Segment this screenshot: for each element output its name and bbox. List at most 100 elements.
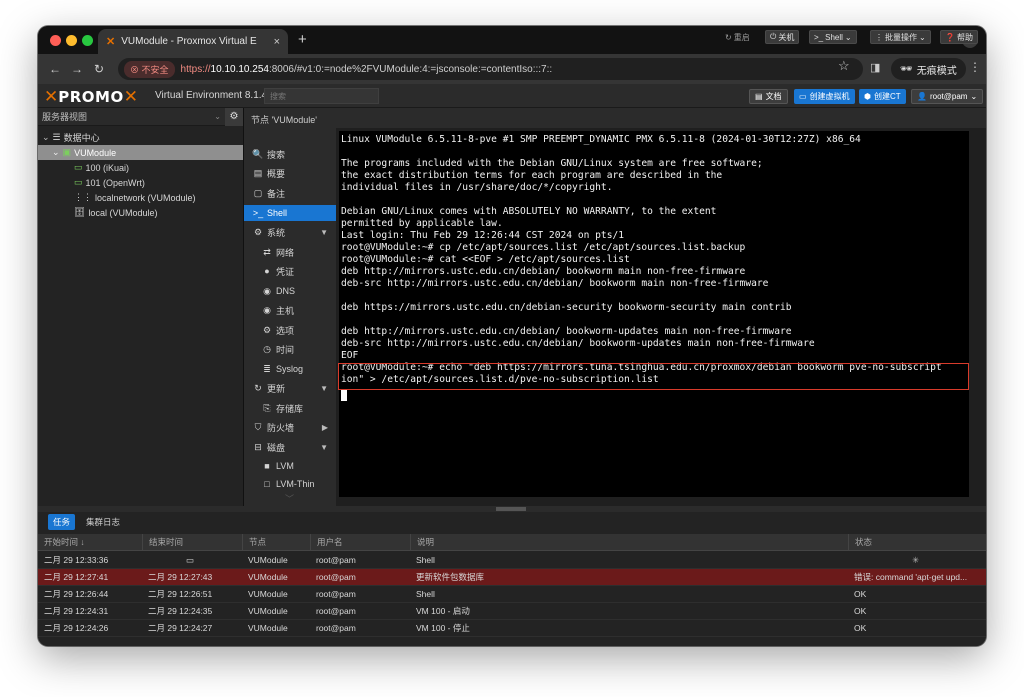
nav-updates[interactable]: ↻ 更新 ▼: [244, 380, 336, 396]
nav-options[interactable]: ⚙ 选项: [244, 322, 336, 338]
nav-disks[interactable]: ⊟ 磁盘 ▼: [244, 439, 336, 455]
col-status[interactable]: 状态: [848, 534, 986, 551]
task-cell-end: 二月 29 12:27:43: [148, 572, 213, 582]
nav-system[interactable]: ⚙ 系统 ▼: [244, 224, 336, 240]
tree-item-storage[interactable]: 🗄 local (VUModule): [38, 205, 243, 220]
col-end-time[interactable]: 结束时间: [142, 534, 242, 551]
shutdown-button[interactable]: ⏻ 关机: [765, 30, 800, 44]
minimize-window-button[interactable]: [66, 35, 77, 46]
browser-tab[interactable]: ✕ VUModule - Proxmox Virtual E ×: [98, 29, 288, 54]
task-row[interactable]: 二月 29 12:27:41 二月 29 12:27:43 VUModule root…: [38, 569, 986, 586]
tree-item-network[interactable]: ⋮⋮ localnetwork (VUModule): [38, 190, 243, 205]
task-cell-start: 二月 29 12:27:41: [44, 572, 109, 582]
task-cell-start: 二月 29 12:24:26: [44, 623, 109, 633]
create-ct-button[interactable]: ⬢ 创建CT: [859, 89, 906, 104]
nav-summary[interactable]: ▤ 概要: [244, 165, 336, 181]
server-icon: ▣: [62, 147, 72, 157]
nav-syslog[interactable]: ≣ Syslog: [244, 361, 336, 377]
nav-network[interactable]: ⇄ 网络: [244, 244, 336, 260]
browser-toolbar: ← → ↻ ⊗ 不安全 https://10.10.10.254:8006/#v…: [38, 54, 986, 84]
address-bar[interactable]: ⊗ 不安全 https://10.10.10.254:8006/#v1:0:=n…: [118, 58, 863, 80]
tree-item-vm-100[interactable]: ▭ 100 (iKuai): [38, 160, 243, 175]
close-tab-icon[interactable]: ×: [274, 36, 280, 48]
task-cell-end: 二月 29 12:24:27: [148, 623, 213, 633]
bulk-actions-button[interactable]: ⋮ 批量操作 ⌄: [870, 30, 931, 44]
task-tabs: 任务 集群日志: [38, 512, 986, 532]
tab-tasks[interactable]: 任务: [48, 514, 76, 530]
task-cell-status: OK: [854, 589, 867, 599]
pve-version: Virtual Environment 8.1.4: [155, 90, 268, 101]
task-cell-node: VUModule: [248, 572, 288, 582]
task-row[interactable]: 二月 29 12:24:26 二月 29 12:24:27 VUModule root…: [38, 620, 986, 637]
nav-search[interactable]: 🔍 搜索: [244, 146, 336, 162]
bookmark-star-icon[interactable]: ☆: [838, 58, 850, 74]
nav-shell[interactable]: >_ Shell: [244, 205, 336, 221]
col-node[interactable]: 节点: [242, 534, 310, 551]
tree-item-node[interactable]: ⌄ ▣ VUModule: [38, 145, 243, 160]
task-cell-node: VUModule: [248, 606, 288, 616]
col-start-time[interactable]: 开始时间 ↓: [38, 534, 142, 551]
close-window-button[interactable]: [50, 35, 61, 46]
tree-item-vm-101[interactable]: ▭ 101 (OpenWrt): [38, 175, 243, 190]
datacenter-icon: ☰: [52, 132, 61, 142]
scroll-down-icon[interactable]: ﹀: [285, 492, 294, 505]
restart-button[interactable]: ↻ 重启: [720, 30, 755, 44]
nav-lvm[interactable]: ■ LVM: [244, 458, 336, 474]
nav-dns[interactable]: ◉ DNS: [244, 283, 336, 299]
col-user[interactable]: 用户名: [310, 534, 410, 551]
tree-item-datacenter[interactable]: ⌄ ☰ 数据中心: [38, 130, 243, 145]
not-secure-badge[interactable]: ⊗ 不安全: [124, 60, 175, 78]
task-cell-node: VUModule: [248, 589, 288, 599]
col-description[interactable]: 说明: [410, 534, 848, 551]
help-button[interactable]: ❓ 帮助: [940, 30, 978, 44]
task-row[interactable]: 二月 29 12:24:31 二月 29 12:24:35 VUModule root…: [38, 603, 986, 620]
task-cell-status: 错误: command 'apt-get upd...: [854, 572, 968, 582]
browser-menu-icon[interactable]: ⋮: [969, 60, 981, 74]
incognito-indicator[interactable]: 🕶 无痕模式: [891, 58, 966, 80]
nav-hosts[interactable]: ◉ 主机: [244, 302, 336, 318]
reload-icon[interactable]: ↻: [88, 62, 110, 76]
nav-firewall[interactable]: ⛉ 防火墙 ▶: [244, 419, 336, 435]
splitter-grip[interactable]: [496, 507, 526, 511]
power-icon: ⏻: [770, 32, 777, 41]
pve-search-input[interactable]: 搜索: [264, 88, 379, 104]
task-row[interactable]: 二月 29 12:33:36 ▭ VUModule root@pam Shell ✳: [38, 552, 986, 569]
terminal[interactable]: Linux VUModule 6.5.11-8-pve #1 SMP PREEM…: [339, 131, 969, 497]
gear-icon[interactable]: ⚙: [225, 108, 243, 126]
back-icon[interactable]: ←: [44, 62, 66, 76]
docs-button[interactable]: ▤ 文档: [749, 89, 788, 104]
nav-lvm-thin[interactable]: □ LVM-Thin: [244, 478, 336, 490]
nav-repositories[interactable]: ⎘ 存储库: [244, 400, 336, 416]
tab-cluster-log[interactable]: 集群日志: [81, 514, 125, 530]
nav-notes[interactable]: ▢ 备注: [244, 185, 336, 201]
view-selector[interactable]: 服务器视图 ⌄: [38, 108, 243, 126]
proxmox-favicon-icon: ✕: [106, 36, 116, 48]
help-icon: ❓: [945, 32, 955, 42]
user-menu-button[interactable]: 👤 root@pam ⌄: [911, 89, 984, 104]
warning-icon: ⊗: [130, 64, 142, 75]
zoom-window-button[interactable]: [82, 35, 93, 46]
task-cell-desc: VM 100 - 停止: [416, 623, 470, 633]
tab-title: VUModule - Proxmox Virtual E: [121, 36, 257, 47]
expand-chevron-icon: ⌄: [52, 147, 60, 157]
browser-window: ✕ VUModule - Proxmox Virtual E × + ⌄ ← →…: [38, 26, 986, 646]
nav-certificates[interactable]: ● 凭证: [244, 263, 336, 279]
task-cell-user: root@pam: [316, 623, 356, 633]
nav-time[interactable]: ◷ 时间: [244, 341, 336, 357]
task-row[interactable]: 二月 29 12:26:44 二月 29 12:26:51 VUModule root…: [38, 586, 986, 603]
vm-running-icon: ▭: [74, 162, 83, 172]
url-text[interactable]: https://10.10.10.254:8006/#v1:0:=node%2F…: [181, 64, 553, 75]
open-console-icon[interactable]: ▭: [186, 555, 194, 565]
shell-menu-button[interactable]: >_ Shell ⌄: [809, 30, 857, 44]
side-panel-icon[interactable]: ◨: [870, 61, 880, 74]
square-icon: ■: [264, 461, 270, 471]
new-tab-button[interactable]: +: [298, 31, 307, 48]
forward-icon[interactable]: →: [66, 62, 88, 76]
task-cell-user: root@pam: [316, 572, 356, 582]
task-cell-start: 二月 29 12:24:31: [44, 606, 109, 616]
restart-icon: ↻: [725, 32, 732, 42]
create-vm-button[interactable]: ▭ 创建虚拟机: [794, 89, 855, 104]
storage-icon: 🗄: [74, 207, 86, 217]
